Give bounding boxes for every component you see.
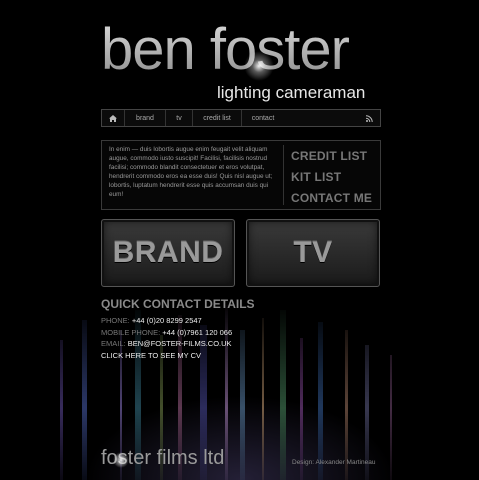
mobile-label: MOBILE PHONE: xyxy=(101,327,161,337)
contact-title: QUICK CONTACT DETAILS xyxy=(101,297,255,311)
email-link[interactable]: BEN@FOSTER-FILMS.CO.UK xyxy=(128,339,232,348)
nav-contact[interactable]: contact xyxy=(242,110,284,126)
home-icon xyxy=(109,114,117,122)
kit-list-link[interactable]: KIT LIST xyxy=(291,167,372,188)
nav-brand[interactable]: brand xyxy=(125,110,166,126)
nav-home[interactable] xyxy=(102,110,125,126)
intro-text: In enim — duis lobortis augue enim feuga… xyxy=(109,146,273,198)
mobile-line: MOBILE PHONE: +44 (0)7961 120 066 xyxy=(101,327,255,339)
main-nav: brand tv credit list contact xyxy=(101,109,381,127)
design-credit: Design: Alexander Martineau xyxy=(292,459,376,466)
quick-contact: QUICK CONTACT DETAILS PHONE: +44 (0)20 8… xyxy=(101,297,255,361)
cv-link[interactable]: CLICK HERE TO SEE MY CV xyxy=(101,350,255,362)
phone-line: PHONE: +44 (0)20 8299 2547 xyxy=(101,315,255,327)
site-title: ben foster xyxy=(101,17,350,82)
footer-flare-icon xyxy=(113,452,129,468)
site-tagline: lighting cameraman xyxy=(217,83,366,102)
brand-button[interactable]: BRAND xyxy=(101,219,235,287)
tv-button[interactable]: TV xyxy=(246,219,380,287)
intro-panel: In enim — duis lobortis augue enim feuga… xyxy=(101,140,381,210)
phone-label: PHONE: xyxy=(101,316,130,325)
quick-links: CREDIT LIST KIT LIST CONTACT ME xyxy=(291,146,372,209)
mobile-value: +44 (0)7961 120 066 xyxy=(162,327,233,337)
email-label: EMAIL: xyxy=(101,339,126,348)
credit-list-link[interactable]: CREDIT LIST xyxy=(291,146,372,167)
contact-me-link[interactable]: CONTACT ME xyxy=(291,188,372,209)
email-line: EMAIL: BEN@FOSTER-FILMS.CO.UK xyxy=(101,338,255,350)
intro-divider xyxy=(283,145,284,205)
nav-credit-list[interactable]: credit list xyxy=(193,110,242,126)
rss-icon xyxy=(365,114,373,122)
tv-button-label: TV xyxy=(293,236,333,269)
nav-tv[interactable]: tv xyxy=(166,110,193,126)
lens-flare-icon xyxy=(244,51,274,81)
nav-rss[interactable] xyxy=(358,110,380,126)
brand-button-label: BRAND xyxy=(112,236,224,269)
phone-value: +44 (0)20 8299 2547 xyxy=(131,316,202,325)
